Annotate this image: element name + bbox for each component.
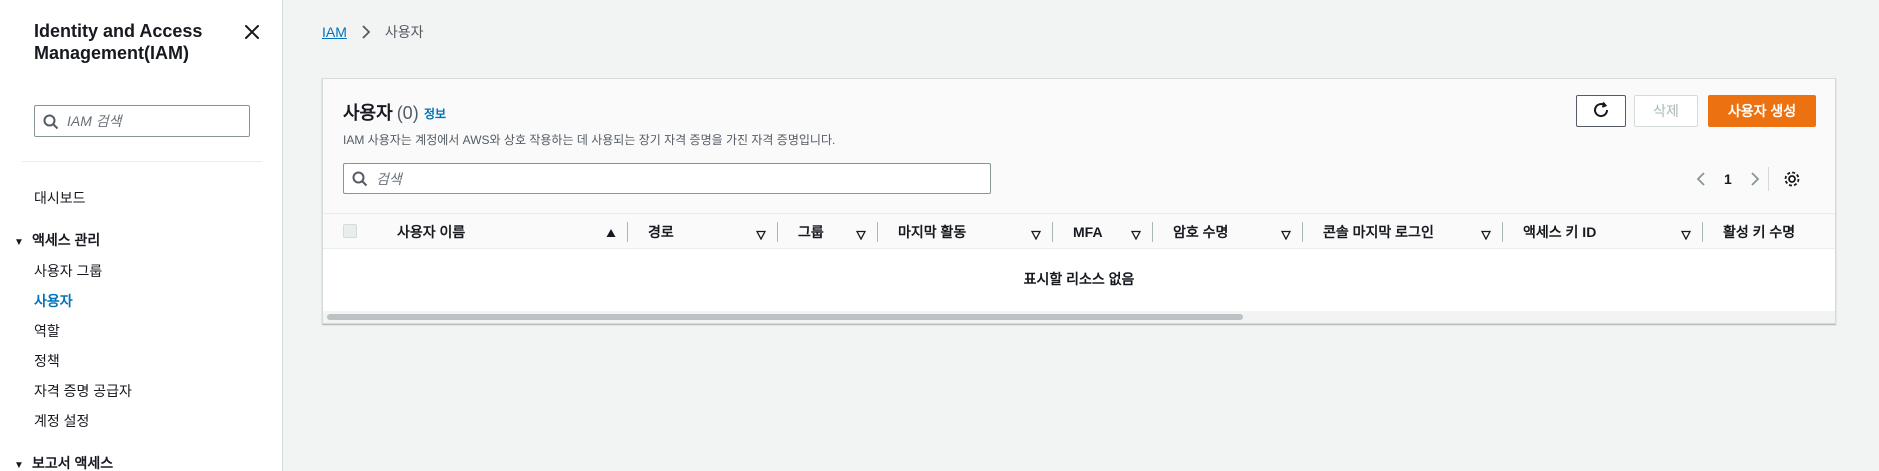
column-header-mfa[interactable]: MFA bbox=[1053, 214, 1153, 250]
sidebar-item-identity-providers[interactable]: 자격 증명 공급자 bbox=[34, 381, 132, 401]
info-link[interactable]: 정보 bbox=[424, 105, 446, 122]
column-label: 마지막 활동 bbox=[898, 224, 967, 240]
column-header-console-last-sign-in[interactable]: 콘솔 마지막 로그인 bbox=[1303, 214, 1503, 250]
pagination: 1 bbox=[1694, 163, 1801, 194]
chevron-left-icon[interactable] bbox=[1694, 171, 1710, 187]
column-header-access-key-id[interactable]: 액세스 키 ID bbox=[1503, 214, 1703, 250]
column-label: 암호 수명 bbox=[1173, 224, 1229, 240]
refresh-button[interactable] bbox=[1576, 95, 1626, 127]
chevron-right-icon bbox=[359, 25, 373, 39]
column-header-last-activity[interactable]: 마지막 활동 bbox=[878, 214, 1053, 250]
sidebar-section-label: 액세스 관리 bbox=[32, 232, 101, 248]
column-label: 액세스 키 ID bbox=[1523, 224, 1597, 240]
sort-icon bbox=[1130, 227, 1142, 241]
column-label: 경로 bbox=[648, 224, 674, 240]
sort-icon bbox=[1680, 227, 1692, 241]
panel-title-text: 사용자 bbox=[343, 103, 393, 123]
sort-ascending-icon bbox=[606, 225, 616, 237]
select-all-checkbox[interactable] bbox=[343, 224, 357, 238]
sort-icon bbox=[1280, 227, 1292, 241]
sidebar-item-roles[interactable]: 역할 bbox=[34, 321, 60, 341]
panel-header: 사용자 (0) 정보 IAM 사용자는 계정에서 AWS와 상호 작용하는 데 사… bbox=[323, 79, 1835, 213]
sidebar-section-access-management[interactable]: ▼ 액세스 관리 bbox=[14, 230, 100, 250]
caret-down-icon: ▼ bbox=[14, 460, 24, 471]
sidebar-item-user-groups[interactable]: 사용자 그룹 bbox=[34, 261, 102, 281]
breadcrumb-current: 사용자 bbox=[384, 24, 424, 40]
sidebar-search[interactable] bbox=[34, 105, 250, 137]
sidebar-search-input[interactable] bbox=[67, 110, 243, 132]
breadcrumb: IAM 사용자 bbox=[322, 22, 424, 42]
column-label: 그룹 bbox=[798, 224, 824, 240]
sort-icon bbox=[1480, 227, 1492, 241]
table-header: 사용자 이름 경로 그룹 마지막 활동 MFA 암호 수명 콘솔 마지막 로그인… bbox=[323, 213, 1835, 249]
sort-icon bbox=[755, 227, 767, 241]
column-header-path[interactable]: 경로 bbox=[628, 214, 778, 250]
sidebar-item-dashboard[interactable]: 대시보드 bbox=[34, 188, 86, 208]
sort-icon bbox=[1030, 227, 1042, 241]
users-panel: 사용자 (0) 정보 IAM 사용자는 계정에서 AWS와 상호 작용하는 데 사… bbox=[322, 78, 1836, 324]
chevron-right-icon[interactable] bbox=[1746, 171, 1762, 187]
sidebar-section-label: 보고서 액세스 bbox=[32, 455, 114, 471]
refresh-icon bbox=[1592, 101, 1610, 122]
page-title: 사용자 (0) bbox=[343, 99, 419, 125]
iam-console: Identity and Access Management(IAM) 대시보드… bbox=[0, 0, 1879, 471]
horizontal-scrollbar[interactable] bbox=[323, 311, 1835, 323]
delete-button[interactable]: 삭제 bbox=[1634, 95, 1698, 127]
pager-divider bbox=[1767, 166, 1769, 191]
sidebar-item-account-settings[interactable]: 계정 설정 bbox=[34, 411, 89, 431]
sidebar-item-users[interactable]: 사용자 bbox=[34, 291, 73, 311]
column-label: MFA bbox=[1073, 224, 1103, 240]
close-icon[interactable] bbox=[240, 20, 264, 44]
column-label: 콘솔 마지막 로그인 bbox=[1323, 224, 1434, 240]
sidebar-item-policies[interactable]: 정책 bbox=[34, 351, 60, 371]
sidebar-title: Identity and Access Management(IAM) bbox=[34, 21, 203, 63]
page-number[interactable]: 1 bbox=[1724, 171, 1732, 187]
gear-icon[interactable] bbox=[1783, 170, 1801, 188]
caret-down-icon: ▼ bbox=[14, 237, 24, 248]
table-search[interactable] bbox=[343, 163, 991, 194]
column-header-user-name[interactable]: 사용자 이름 bbox=[377, 214, 628, 250]
sort-icon bbox=[855, 227, 867, 241]
table-search-input[interactable] bbox=[376, 168, 976, 190]
column-label: 활성 키 수명 bbox=[1723, 224, 1796, 240]
empty-state: 표시할 리소스 없음 bbox=[1023, 271, 1135, 287]
column-header-active-key-age[interactable]: 활성 키 수명 bbox=[1703, 214, 1837, 250]
panel-description: IAM 사용자는 계정에서 AWS와 상호 작용하는 데 사용되는 장기 자격 … bbox=[343, 133, 836, 147]
search-icon bbox=[43, 114, 59, 130]
sidebar-divider bbox=[22, 161, 262, 162]
search-icon bbox=[352, 171, 368, 187]
column-header-password-age[interactable]: 암호 수명 bbox=[1153, 214, 1303, 250]
column-label: 사용자 이름 bbox=[397, 224, 466, 240]
sidebar-section-access-reports[interactable]: ▼ 보고서 액세스 bbox=[14, 453, 113, 471]
scrollbar-thumb[interactable] bbox=[327, 314, 1243, 320]
user-count: (0) bbox=[396, 103, 419, 123]
column-header-group[interactable]: 그룹 bbox=[778, 214, 878, 250]
breadcrumb-iam-link[interactable]: IAM bbox=[322, 24, 347, 40]
create-user-button[interactable]: 사용자 생성 bbox=[1708, 95, 1816, 127]
sidebar: Identity and Access Management(IAM) 대시보드… bbox=[0, 0, 283, 471]
